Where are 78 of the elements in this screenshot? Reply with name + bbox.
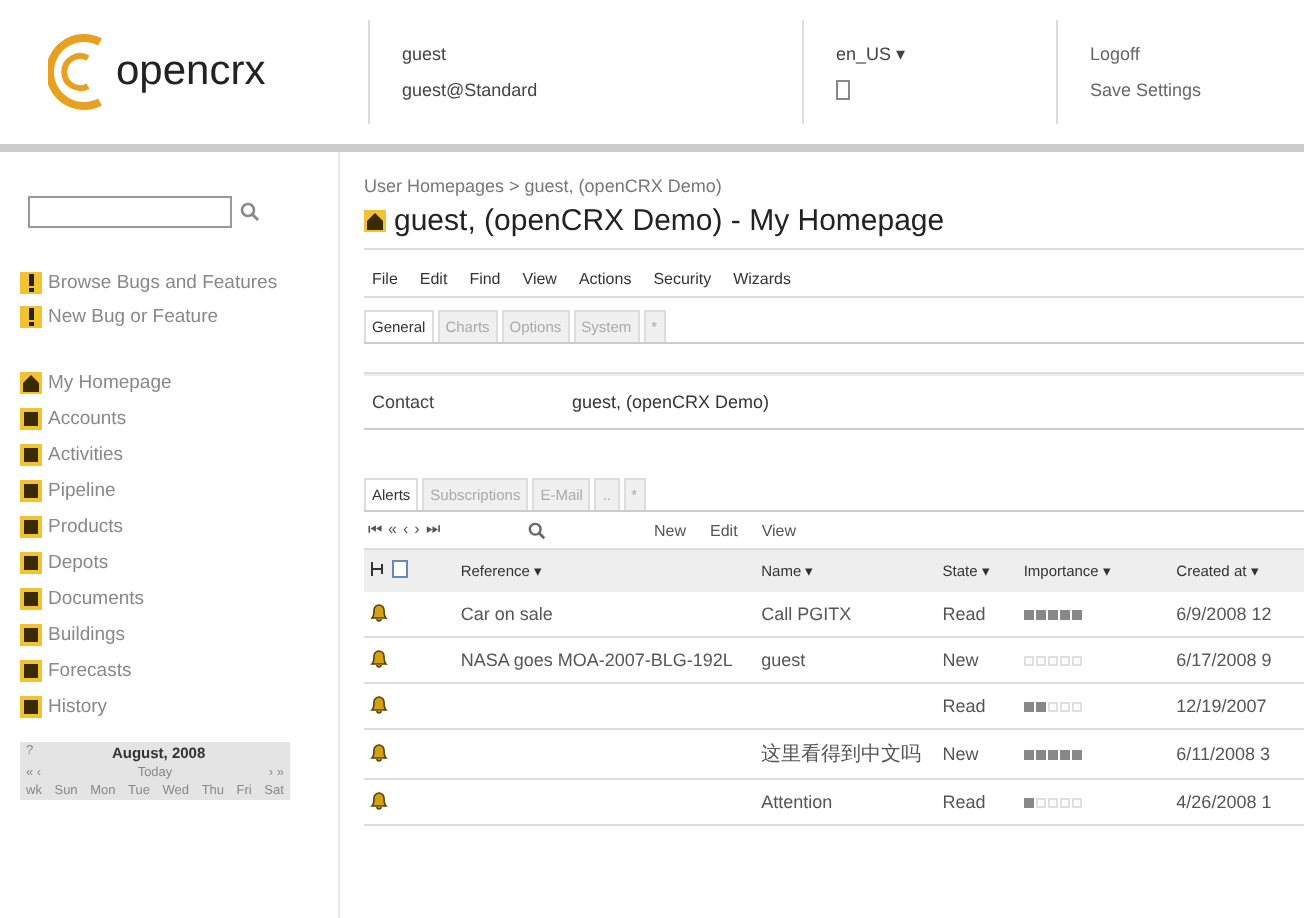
pager-button[interactable]: › <box>414 520 420 540</box>
field-value: guest, (openCRX Demo) <box>572 392 770 412</box>
checkbox-icon[interactable] <box>836 80 850 100</box>
logo-icon <box>48 30 104 114</box>
table-cell: Attention <box>755 779 937 825</box>
sidebar-item[interactable]: Activities <box>48 444 123 466</box>
field-label: Contact <box>372 392 437 412</box>
table-cell: 4/26/2008 1 <box>1170 779 1304 825</box>
table-cell: 这里看得到中文吗 <box>755 729 937 779</box>
table-cell: 6/11/2008 3 <box>1170 729 1304 779</box>
sidebar-link[interactable]: New Bug or Feature <box>48 306 219 328</box>
menu-item[interactable]: Security <box>653 270 712 288</box>
bell-icon <box>370 742 388 762</box>
sidebar-item[interactable]: Buildings <box>48 624 126 646</box>
table-cell: Call PGITX <box>755 592 937 637</box>
menu-item[interactable]: Actions <box>578 270 632 288</box>
tile-icon <box>20 516 42 538</box>
toolbar-action[interactable]: Edit <box>710 521 738 539</box>
menu-item[interactable]: File <box>372 270 398 288</box>
menu-item[interactable]: Find <box>469 270 501 288</box>
house-icon <box>20 372 42 394</box>
table-cell: Read <box>936 683 1018 729</box>
locale-select[interactable]: en_US ▾ <box>836 44 907 64</box>
bell-icon <box>370 790 388 810</box>
tile-icon <box>20 408 42 430</box>
table-cell: New <box>936 729 1018 779</box>
pager-button[interactable]: « <box>388 520 397 540</box>
house-icon <box>364 210 386 232</box>
page-title: guest, (openCRX Demo) - My Homepage <box>394 204 945 238</box>
logo-text: opencrx <box>116 48 266 96</box>
account-label: guest@Standard <box>402 80 538 100</box>
menu-item[interactable]: Edit <box>419 270 448 288</box>
search-icon[interactable] <box>528 521 546 539</box>
tile-icon <box>20 660 42 682</box>
sidebar-item[interactable]: History <box>48 696 108 718</box>
sidebar-link[interactable]: Browse Bugs and Features <box>48 272 278 294</box>
search-field[interactable] <box>28 196 232 228</box>
breadcrumb: User Homepages > guest, (openCRX Demo) <box>364 176 724 196</box>
user-name: guest <box>402 44 447 64</box>
tile-icon <box>20 696 42 718</box>
tile-icon <box>20 588 42 610</box>
table-cell: New <box>936 637 1018 683</box>
sidebar-item[interactable]: Documents <box>48 588 145 610</box>
table-cell: Read <box>936 592 1018 637</box>
toolbar-action[interactable]: New <box>654 521 687 539</box>
tile-icon <box>20 480 42 502</box>
filled-square <box>1023 798 1034 809</box>
tile-icon <box>20 552 42 574</box>
sidebar-item[interactable]: Products <box>48 516 123 538</box>
bell-icon <box>370 648 388 668</box>
sidebar-item[interactable]: Accounts <box>48 408 127 430</box>
exclamation-icon <box>20 272 42 294</box>
table-cell: Read <box>936 779 1018 825</box>
table-cell: 12/19/2007 <box>1170 683 1304 729</box>
header-link[interactable]: Logoff <box>1090 44 1140 64</box>
tile-icon <box>20 624 42 646</box>
bell-icon <box>370 602 388 622</box>
pager-button[interactable]: ‹ <box>402 520 409 540</box>
bell-icon <box>370 694 388 714</box>
tile-icon <box>20 444 42 466</box>
table-cell: 6/9/2008 12 <box>1170 592 1304 637</box>
sidebar-item[interactable]: Pipeline <box>48 480 116 502</box>
menu-item[interactable]: View <box>522 270 557 288</box>
menu-item[interactable]: Wizards <box>733 270 791 288</box>
pager-button[interactable]: ⏭ <box>425 520 440 540</box>
header-link[interactable]: Save Settings <box>1090 80 1202 100</box>
table-cell: 6/17/2008 9 <box>1170 637 1304 683</box>
column-toggle-icon[interactable] <box>370 560 410 578</box>
sidebar-item[interactable]: Forecasts <box>48 660 132 682</box>
sidebar-item[interactable]: My Homepage <box>48 372 172 394</box>
pager-button[interactable]: ⏮ <box>368 520 382 540</box>
exclamation-icon <box>20 306 42 328</box>
search-icon[interactable] <box>240 202 260 222</box>
table-cell: guest <box>755 637 937 683</box>
toolbar-action[interactable]: View <box>761 521 797 539</box>
table-cell: Car on sale <box>454 592 756 637</box>
table-cell: NASA goes MOA-2007-BLG-192L <box>454 637 756 683</box>
sidebar-item[interactable]: Depots <box>48 552 109 574</box>
